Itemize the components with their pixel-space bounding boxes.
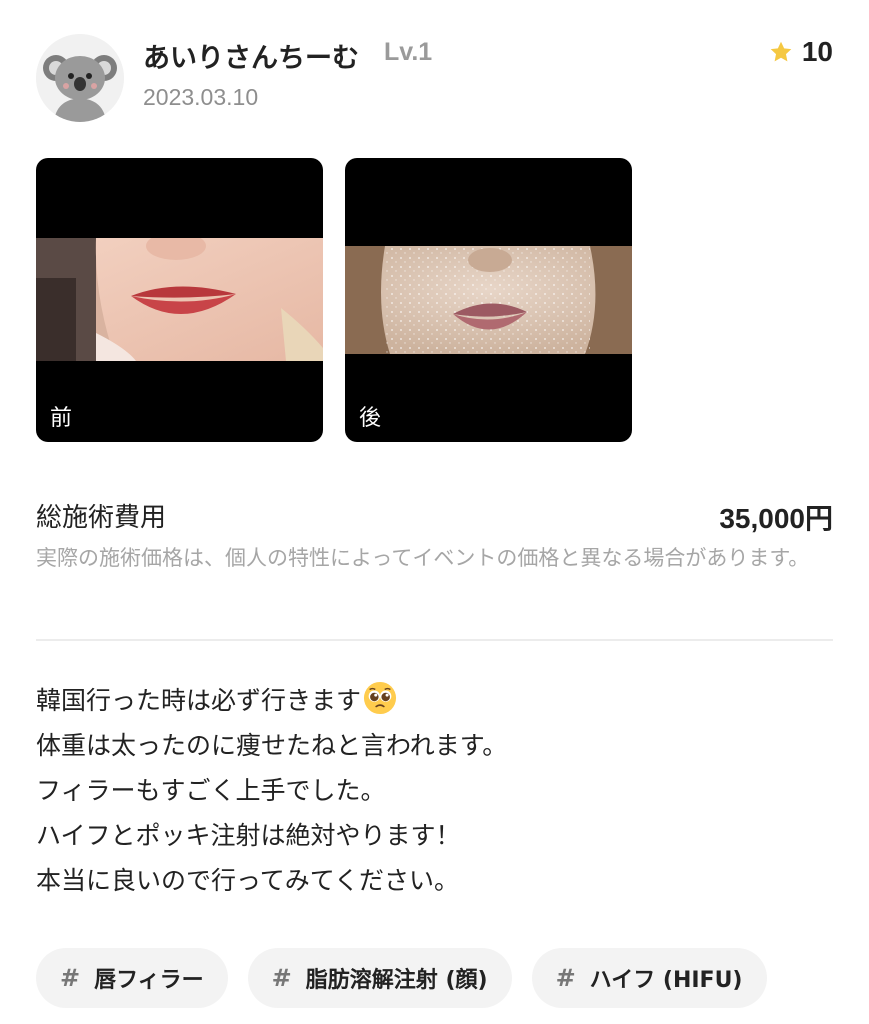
tag-hifu[interactable]: # ハイフ (HIFU) [531,948,767,1008]
username[interactable]: あいりさんちーむ [143,36,359,75]
total-cost-label: 総施術費用 [36,503,167,533]
post-date: 2023.03.10 [143,84,259,110]
tag-label: ハイフ (HIFU) [589,968,743,993]
points-value: 10 [801,36,833,67]
section-divider [36,639,833,641]
user-level-badge: Lv.1 [384,38,433,66]
review-line: フィラーもすごく上手でした。 [36,776,386,805]
review-line: 韓国行った時は必ず行きます [36,678,833,723]
hash-icon: # [271,964,292,992]
after-image [345,246,632,354]
before-photo[interactable]: 前 [36,158,323,442]
review-line: 本当に良いので行ってみてください。 [36,866,460,895]
tag-label: 唇フィラー [94,968,204,993]
review-line: 体重は太ったのに痩せたねと言われます。 [36,731,508,760]
total-cost-value: 35,000円 [719,503,833,534]
cost-disclaimer: 実際の施術価格は、個人の特性によってイベントの価格と異なる場合があります。 [36,546,810,570]
tag-lip-filler[interactable]: # 唇フィラー [36,948,228,1008]
review-body: 韓国行った時は必ず行きます 体重は太ったのに痩せたねと言われます。 フィラーもす… [36,678,833,903]
before-label: 前 [50,406,73,431]
review-header: あいりさんちーむ Lv.1 2023.03.10 10 [36,34,833,124]
after-photo[interactable]: 後 [345,158,632,442]
before-image [36,238,323,361]
koala-icon [36,34,124,122]
hash-icon: # [60,964,81,992]
tag-fat-dissolving-injection[interactable]: # 脂肪溶解注射 (顔) [247,948,512,1008]
review-line-text: 韓国行った時は必ず行きます [36,686,362,715]
user-avatar[interactable] [36,34,124,122]
pleading-face-emoji [363,681,397,715]
points-display: 10 [768,36,833,68]
hash-icon: # [555,964,576,992]
after-label: 後 [359,406,382,431]
tag-list: # 唇フィラー # 脂肪溶解注射 (顔) # ハイフ (HIFU) [36,948,767,1008]
tag-label: 脂肪溶解注射 (顔) [305,968,488,993]
review-line: ハイフとポッキ注射は絶対やります！ [36,821,461,850]
star-icon [770,41,792,62]
